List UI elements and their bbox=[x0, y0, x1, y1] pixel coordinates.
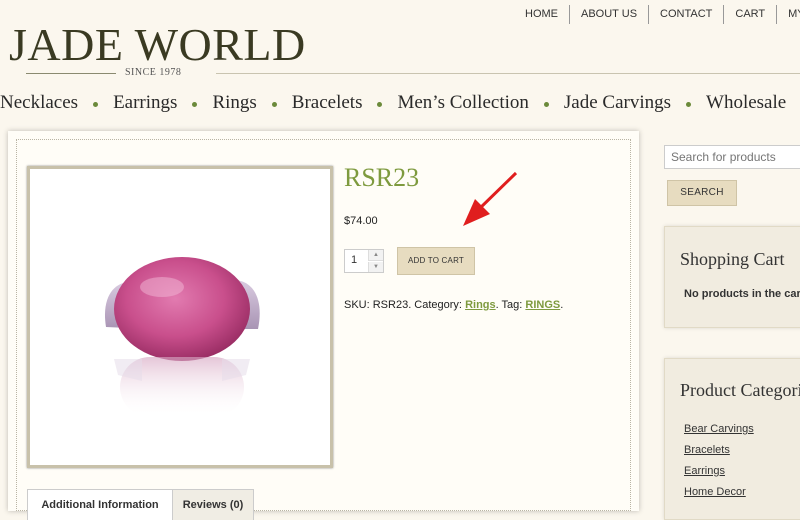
product-categories-widget: Product Categories Bear Carvings Bracele… bbox=[664, 358, 800, 520]
category-list: Bear Carvings Bracelets Earrings Home De… bbox=[684, 419, 754, 503]
category-home-decor-link[interactable]: Home Decor bbox=[684, 486, 746, 498]
category-bear-carvings-link[interactable]: Bear Carvings bbox=[684, 423, 754, 435]
list-item: Bracelets bbox=[684, 440, 754, 461]
list-item: Bear Carvings bbox=[684, 419, 754, 440]
list-item: Earrings bbox=[684, 461, 754, 482]
cart-empty-message: No products in the cart bbox=[684, 288, 800, 300]
category-bracelets-link[interactable]: Bracelets bbox=[684, 444, 730, 456]
search-input[interactable] bbox=[665, 146, 800, 168]
cart-widget-title: Shopping Cart bbox=[680, 249, 785, 269]
categories-widget-title: Product Categories bbox=[680, 380, 800, 400]
search-button[interactable]: SEARCH bbox=[667, 180, 737, 206]
shopping-cart-widget: Shopping Cart No products in the cart bbox=[664, 226, 800, 328]
search-field[interactable] bbox=[664, 145, 800, 169]
category-earrings-link[interactable]: Earrings bbox=[684, 465, 725, 477]
